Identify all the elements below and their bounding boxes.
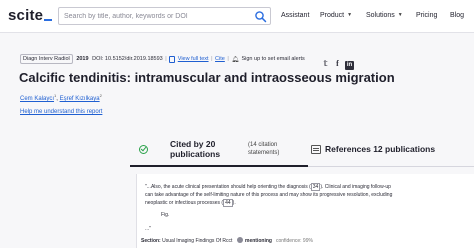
nav-pricing[interactable]: Pricing	[416, 12, 437, 19]
article-meta-row: Diagn Interv Radiol 2019 DOI: 10.5152/di…	[20, 54, 470, 64]
share-icons: 𝕥 f in	[321, 53, 357, 70]
reference-marker[interactable]: 44	[223, 199, 233, 207]
top-navigation-bar: scite Assistant Product▼ Solutions▼ Pric…	[0, 0, 474, 33]
nav-product-label: Product	[320, 12, 345, 19]
logo-underscore	[44, 19, 53, 21]
author-link[interactable]: Eşref Kızılkaya	[60, 96, 100, 102]
help-understand-link[interactable]: Help me understand this report	[20, 109, 102, 115]
view-full-text-link[interactable]: View full text	[178, 56, 209, 62]
author-affiliation: 1	[54, 93, 57, 98]
document-icon	[169, 55, 176, 63]
figure-label: Fig.	[161, 212, 170, 218]
tab-references[interactable]: References 12 publications	[308, 133, 474, 167]
references-icon	[311, 145, 321, 154]
author-link[interactable]: Cem Kalaycı	[20, 96, 54, 102]
section-label: Section:	[141, 238, 161, 244]
nav-solutions-label: Solutions	[366, 12, 395, 19]
facebook-icon[interactable]: f	[333, 59, 342, 68]
snippet-text: ).	[232, 200, 236, 206]
citation-snippet: "...Also, the acute clinical presentatio…	[145, 183, 397, 207]
nav-product[interactable]: Product ▼	[320, 12, 352, 19]
check-circle-icon	[139, 145, 148, 154]
page-title: Calcific tendinitis: intramuscular and i…	[19, 70, 395, 85]
nav-blog[interactable]: Blog	[450, 12, 464, 19]
references-label: References 12 publications	[325, 144, 436, 154]
section-value: Usual Imaging Findings Of Rcct	[162, 238, 233, 244]
author-affiliation: 2	[99, 93, 102, 98]
mention-type: mentioning	[245, 238, 272, 244]
citation-statement-card: "...Also, the acute clinical presentatio…	[136, 174, 474, 248]
confidence-score: confidence: 99%	[275, 238, 313, 244]
search-input[interactable]	[59, 8, 249, 24]
section-info: Section: Usual Imaging Findings Of Rcct	[141, 238, 232, 244]
separator: |	[211, 56, 213, 62]
search-icon[interactable]	[254, 10, 267, 23]
journal-badge[interactable]: Diagn Interv Radiol	[20, 54, 73, 64]
snippet-text: "...Also, the acute clinical presentatio…	[145, 184, 311, 190]
twitter-icon[interactable]: 𝕥	[321, 59, 330, 68]
tab-cited-by[interactable]: Cited by 20 publications (14 citation st…	[130, 133, 308, 167]
mentioning-icon	[237, 237, 243, 243]
email-alerts-link[interactable]: Sign up to set email alerts	[241, 56, 304, 62]
nav-solutions[interactable]: Solutions ▼	[366, 12, 403, 19]
snippet-ellipsis: ..."	[145, 226, 151, 232]
author-list: Cem Kalaycı1, Eşref Kızılkaya2	[20, 93, 102, 102]
nav-assistant[interactable]: Assistant	[281, 12, 309, 19]
mention-badge: mentioning confidence: 99%	[237, 237, 313, 244]
cited-by-label: Cited by 20 publications	[170, 139, 221, 159]
citation-tabs: Cited by 20 publications (14 citation st…	[130, 133, 474, 167]
bell-icon: 🔔︎	[231, 56, 239, 63]
linkedin-icon[interactable]: in	[345, 61, 354, 70]
doi-text[interactable]: DOI: 10.5152/dir.2019.18593	[92, 56, 163, 62]
logo-text: scite	[8, 7, 44, 24]
separator: |	[165, 56, 167, 62]
publication-year: 2019	[76, 56, 89, 62]
chevron-down-icon: ▼	[397, 12, 403, 18]
cite-link[interactable]: Cite	[215, 56, 225, 62]
search-box	[58, 7, 271, 25]
chevron-down-icon: ▼	[347, 12, 353, 18]
scite-logo[interactable]: scite	[8, 7, 53, 24]
citation-statements-count: (14 citation statements)	[248, 142, 280, 156]
separator: |	[227, 56, 229, 62]
reference-marker[interactable]: 34	[310, 183, 321, 191]
